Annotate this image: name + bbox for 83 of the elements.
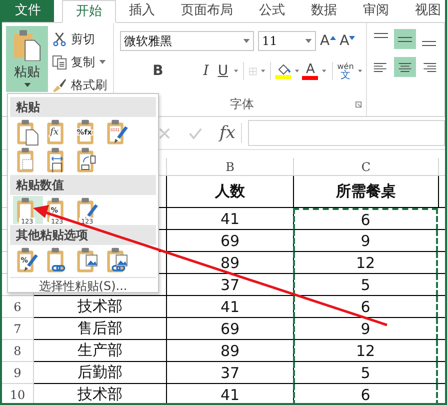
caret-icon [260, 69, 265, 73]
column-header[interactable]: B [167, 158, 294, 176]
align-icon [398, 36, 412, 42]
align-icon [374, 33, 388, 38]
paste-option-button[interactable]: fx [43, 118, 73, 146]
menu-section-title: 其他粘贴选项 [10, 225, 156, 245]
align-button[interactable] [394, 29, 416, 49]
column-header[interactable]: C [294, 158, 439, 176]
caret-icon [24, 83, 30, 87]
ribbon-tab[interactable]: 插入 [116, 0, 168, 22]
table-cell: 所需餐桌 [294, 176, 439, 208]
align-button[interactable] [394, 57, 416, 77]
menu-section-title: 粘贴数值 [10, 175, 156, 195]
table-cell: 人数 [167, 176, 294, 208]
table-cell: 37 [167, 362, 294, 384]
font-size-field[interactable]: 11 [258, 31, 316, 51]
menu-section-title: 粘贴 [10, 97, 156, 117]
copy-icon [52, 54, 67, 70]
row-number: 8 [2, 340, 34, 362]
font-name-field[interactable]: 微软雅黑 [120, 31, 254, 51]
ribbon-tab[interactable]: 页面布局 [168, 0, 246, 22]
grow-font-button[interactable]: A [320, 31, 336, 51]
caret-icon [295, 69, 300, 73]
align-icon [397, 60, 413, 74]
table-cell: 售后部 [34, 318, 167, 340]
align-icon [373, 60, 389, 74]
triangle-icon [330, 36, 336, 40]
row-number: 9 [2, 362, 34, 384]
table-cell: 69 [167, 318, 294, 340]
table-cell: 41 [167, 208, 294, 230]
caret-icon [358, 69, 362, 73]
bucket-icon [276, 64, 291, 74]
ribbon-tab[interactable]: 文件 [2, 0, 54, 22]
table-cell: 9 [293, 230, 438, 252]
align-icon [421, 60, 437, 74]
clipboard-icon [13, 29, 41, 61]
phonetic-button[interactable]: wén 文 [337, 62, 354, 80]
brush-icon [52, 78, 67, 92]
table-cell: 5 [293, 362, 438, 384]
table-cell: 12 [293, 340, 438, 362]
scissors-icon [52, 32, 67, 46]
caret-icon [99, 60, 106, 64]
ribbon-tab[interactable]: 公式 [246, 0, 298, 22]
paste-button[interactable]: 粘贴 [6, 26, 48, 92]
table-cell: 技术部 [34, 296, 167, 318]
row-number: 7 [2, 318, 34, 340]
table-cell: 6 [293, 208, 438, 230]
cut-button[interactable]: 剪切 [52, 29, 107, 49]
table-cell: 69 [167, 230, 294, 252]
table-cell: 6 [293, 384, 438, 403]
shrink-font-button[interactable]: A [340, 31, 356, 51]
fill-color-button[interactable] [275, 64, 292, 78]
ribbon-tab[interactable]: 开始 [62, 0, 116, 23]
table-cell: 89 [167, 340, 294, 362]
triangle-icon [349, 36, 356, 40]
paste-special-item[interactable]: 选择性粘贴(S)... [10, 277, 156, 295]
italic-button[interactable]: I [198, 61, 213, 81]
group-label: 字体 [230, 96, 254, 113]
align-icon [422, 41, 436, 46]
format-painter-button[interactable]: 格式刷 [52, 75, 107, 95]
table-cell: 后勤部 [34, 362, 167, 384]
table-cell: 41 [167, 384, 294, 403]
table-cell: 生产部 [34, 340, 167, 362]
ribbon-tab[interactable]: 视图 [402, 0, 445, 22]
caret-icon [322, 69, 327, 73]
caret-icon [243, 39, 250, 43]
font-color-button[interactable]: A [302, 62, 318, 80]
underline-button[interactable]: U [216, 61, 230, 81]
table-cell: 技术部 [34, 384, 167, 403]
table-cell: 12 [293, 252, 438, 274]
table-cell: 41 [167, 296, 294, 318]
check-icon[interactable] [189, 126, 202, 140]
ribbon-tab[interactable]: 审阅 [350, 0, 402, 22]
copy-button[interactable]: 复制 [52, 52, 107, 72]
insert-function-button[interactable]: fx [214, 123, 242, 143]
caret-icon [234, 69, 238, 73]
paste-option-button[interactable]: % [13, 246, 43, 274]
ribbon-tab[interactable]: 数据 [298, 0, 350, 22]
caret-icon [305, 39, 312, 43]
bold-button[interactable]: B [120, 61, 196, 81]
row-number: 6 [2, 296, 34, 318]
dialog-launcher-icon[interactable] [355, 101, 362, 108]
formula-input[interactable] [248, 120, 445, 146]
